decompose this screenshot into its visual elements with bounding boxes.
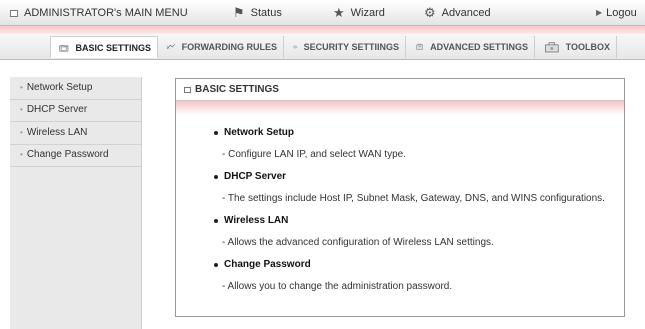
entry-title[interactable]: DHCP Server: [214, 171, 605, 182]
sidebar-item-label: Wireless LAN: [26, 126, 88, 138]
sidebar-item-network-setup[interactable]: • Network Setup: [10, 77, 141, 100]
bullet-icon: [214, 174, 218, 179]
status-label: Status: [250, 7, 282, 19]
arrows-icon: [166, 44, 175, 49]
entry-title-text: Change Password: [224, 259, 311, 270]
sidebar-item-dhcp-server[interactable]: • DHCP Server: [10, 100, 141, 122]
entry-title-text: DHCP Server: [224, 171, 287, 182]
menu-box-icon: [10, 9, 18, 17]
folder-icon: [59, 44, 69, 52]
tab-forwarding-rules-label: FORWARDING RULES: [181, 42, 277, 52]
tab-advanced-settings[interactable]: ADVANCED SETTINGS: [409, 36, 535, 58]
status-person-icon: ⚑: [233, 5, 245, 20]
status-link[interactable]: ⚑ Status: [233, 6, 282, 20]
bullet-icon: •: [20, 127, 23, 137]
panel-pink-stripe: [176, 101, 624, 115]
lock-icon: [293, 45, 298, 49]
wizard-label: Wizard: [350, 7, 385, 19]
tab-advanced-settings-label: ADVANCED SETTINGS: [430, 42, 528, 52]
tab-toolbox[interactable]: TOOLBOX: [538, 36, 617, 58]
bullet-icon: [214, 218, 218, 223]
toolbox-icon: [545, 42, 559, 53]
tab-basic-settings[interactable]: BASIC SETTINGS: [50, 36, 158, 58]
entry-network-setup: Network Setup - Configure LAN IP, and se…: [214, 127, 406, 160]
logout-link[interactable]: ▶ Logou: [596, 6, 637, 20]
entry-title-text: Network Setup: [224, 127, 295, 138]
entry-wireless-lan: Wireless LAN - Allows the advanced confi…: [214, 215, 494, 248]
tab-basic-settings-label: BASIC SETTINGS: [75, 42, 151, 53]
wizard-link[interactable]: ★ Wizard: [333, 6, 385, 20]
bullet-icon: [214, 130, 218, 135]
chevron-right-icon: ▶: [596, 8, 603, 17]
tab-toolbox-label: TOOLBOX: [565, 42, 610, 52]
bullet-icon: •: [20, 105, 23, 115]
entry-description: - Configure LAN IP, and select WAN type.: [222, 149, 406, 160]
advanced-label: Advanced: [441, 7, 491, 19]
main-menu-link[interactable]: ADMINISTRATOR's MAIN MENU: [10, 6, 188, 20]
sidebar: • Network Setup • DHCP Server • Wireless…: [10, 77, 142, 329]
main-menu-label: ADMINISTRATOR's MAIN MENU: [24, 7, 188, 19]
entry-title[interactable]: Change Password: [214, 259, 452, 270]
basic-settings-panel: BASIC SETTINGS Network Setup - Configure…: [175, 78, 625, 317]
sidebar-item-wireless-lan[interactable]: • Wireless LAN: [10, 122, 141, 145]
advanced-icon: ⚙: [424, 5, 436, 20]
entry-title[interactable]: Wireless LAN: [214, 215, 494, 226]
pink-divider: [0, 26, 645, 34]
entry-description: - The settings include Host IP, Subnet M…: [222, 193, 605, 204]
sidebar-item-label: DHCP Server: [26, 104, 88, 116]
bullet-icon: [214, 262, 218, 267]
logout-label: Logou: [606, 7, 637, 19]
sidebar-item-change-password[interactable]: • Change Password: [10, 145, 141, 167]
panel-title: BASIC SETTINGS: [195, 84, 279, 95]
tab-forwarding-rules[interactable]: FORWARDING RULES: [160, 36, 284, 58]
tab-security-settings[interactable]: SECURITY SETTIINGS: [287, 36, 406, 58]
sidebar-item-label: Change Password: [26, 149, 109, 161]
entry-title[interactable]: Network Setup: [214, 127, 406, 138]
entry-description: - Allows you to change the administratio…: [222, 281, 453, 292]
entry-description: - Allows the advanced configuration of W…: [222, 237, 494, 248]
sidebar-item-label: Network Setup: [26, 81, 93, 93]
bullet-icon: •: [20, 82, 23, 92]
entry-title-text: Wireless LAN: [224, 215, 289, 226]
tab-bar: BASIC SETTINGS FORWARDING RULES SECURITY…: [0, 34, 645, 60]
top-menu-bar: ADMINISTRATOR's MAIN MENU ⚑ Status ★ Wiz…: [0, 0, 645, 26]
tab-security-settings-label: SECURITY SETTIINGS: [303, 42, 399, 52]
advanced-link[interactable]: ⚙ Advanced: [424, 6, 491, 20]
wizard-icon: ★: [333, 5, 345, 20]
panel-box-icon: [184, 86, 191, 93]
entry-change-password: Change Password - Allows you to change t…: [214, 259, 452, 292]
bullet-icon: •: [20, 150, 23, 160]
entry-dhcp-server: DHCP Server - The settings include Host …: [214, 171, 605, 204]
gear-icon: [416, 43, 423, 50]
panel-header: BASIC SETTINGS: [176, 79, 624, 101]
